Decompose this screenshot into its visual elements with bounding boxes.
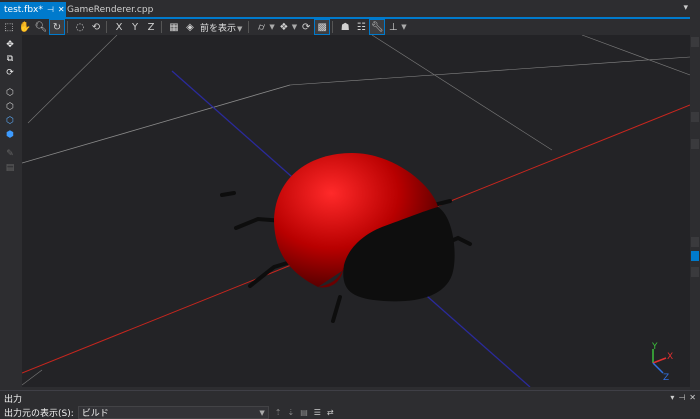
shape-icon[interactable]: ⌭ — [254, 20, 268, 34]
add-cube-icon[interactable]: ⬡ — [4, 87, 16, 98]
viewport-scene: Y X Z — [22, 35, 690, 387]
toolbar-separator — [332, 21, 334, 33]
add-cube-select-icon[interactable]: ⬡ — [4, 115, 16, 126]
toolbar-separator — [161, 21, 162, 33]
move-x-icon[interactable]: X — [112, 20, 126, 34]
chevron-down-icon: ▼ — [237, 24, 243, 33]
orbit-icon[interactable]: ↻ — [49, 19, 65, 35]
scale-icon[interactable]: ⧉ — [4, 53, 16, 64]
axis-x-label: X — [667, 352, 673, 362]
pivot-icon[interactable]: ⊥ — [386, 20, 400, 34]
axis-y-label: Y — [651, 342, 658, 352]
translate-icon[interactable]: ✥ — [4, 39, 16, 50]
goto-next-icon[interactable]: ⇣ — [287, 408, 294, 417]
side-tab-handle[interactable] — [691, 251, 699, 261]
view-cube-icon[interactable]: ◈ — [183, 20, 197, 34]
zoom-icon[interactable]: 🔍︎ — [34, 20, 48, 34]
lighting-icon[interactable]: ☗ — [338, 20, 352, 34]
frame-icon[interactable]: ◌ — [73, 20, 87, 34]
axis-gizmo: Y X Z — [651, 342, 673, 383]
chevron-down-icon: ▼ — [259, 408, 265, 417]
show-output-from-label: 出力元の表示(S): — [4, 409, 74, 419]
wireframe-icon[interactable]: ☷ — [354, 20, 368, 34]
scale-y-icon[interactable]: Y — [128, 20, 142, 34]
show-output-from-value: ビルド — [81, 409, 109, 419]
rotate-z-icon[interactable]: Z — [144, 20, 158, 34]
left-toolbox: ✥ ⧉ ⟳ ⬡ ⬡ ⬡ ⬢ ✎ ▤ — [0, 35, 22, 390]
pan-icon[interactable]: ✋ — [18, 20, 32, 34]
axis-z-label: Z — [663, 373, 669, 383]
rotate-icon[interactable]: ⟳ — [4, 67, 16, 78]
grid-line — [27, 35, 118, 124]
pin-icon[interactable]: ⊣ — [47, 5, 54, 14]
grid-line — [581, 35, 690, 76]
brush-icon[interactable]: ✎ — [4, 148, 16, 159]
grid-line — [371, 35, 553, 151]
output-panel-header: 出力 ▾ ⊣ ✕ — [0, 390, 700, 406]
toolbar-separator — [248, 21, 250, 33]
tab-gamerenderer-cpp[interactable]: GameRenderer.cpp — [63, 2, 157, 17]
clipboard-icon[interactable]: ▤ — [4, 162, 16, 173]
find-icon[interactable]: ▤ — [300, 408, 308, 417]
model-editor-toolbar: ⬚ ✋ 🔍︎ ↻ ◌ ⟲ X Y Z ▦ ◈ 前を表示▼ ⌭ ▼ ❖ ▼ ⟳ ▩ ☗… — [0, 19, 690, 35]
close-icon[interactable]: ✕ — [689, 393, 696, 402]
side-tab-handle[interactable] — [691, 139, 699, 149]
reset-icon[interactable]: ⟳ — [299, 20, 313, 34]
chevron-down-icon[interactable]: ▼ — [269, 23, 274, 31]
word-wrap-icon[interactable]: ⇄ — [327, 408, 334, 417]
toolbar-separator — [106, 21, 107, 33]
pin-icon[interactable]: ⊣ — [678, 393, 685, 402]
side-tab-handle[interactable] — [691, 37, 699, 47]
document-tab-strip: test.fbx* ⊣ ✕ GameRenderer.cpp ▾ — [0, 0, 700, 17]
chevron-down-icon[interactable]: ▾ — [670, 393, 674, 402]
grid-toggle-icon[interactable]: ▩ — [314, 19, 331, 35]
grid-line — [289, 56, 690, 86]
output-panel-controls: ▾ ⊣ ✕ — [670, 393, 696, 402]
3d-viewport[interactable]: Y X Z — [22, 35, 690, 387]
tab-overflow-chevron-icon[interactable]: ▾ — [683, 3, 688, 13]
tumble-icon[interactable]: ⟲ — [89, 20, 103, 34]
side-tab-handle[interactable] — [691, 267, 699, 277]
chevron-down-icon[interactable]: ▼ — [401, 23, 406, 31]
output-toolbar: 出力元の表示(S): ビルド ▼ ⇡ ⇣ ▤ ☰ ⇄ — [0, 406, 700, 419]
tab-label: test.fbx* — [4, 4, 43, 15]
right-tool-window-strip — [690, 17, 700, 390]
view-direction-dropdown[interactable]: 前を表示▼ — [200, 21, 242, 34]
clear-all-icon[interactable]: ☰ — [314, 408, 321, 417]
side-tab-handle[interactable] — [691, 112, 699, 122]
tab-test-fbx[interactable]: test.fbx* ⊣ ✕ — [0, 2, 66, 17]
chevron-down-icon[interactable]: ▼ — [292, 23, 297, 31]
grid-line — [22, 84, 291, 164]
select-icon[interactable]: ⬚ — [2, 20, 16, 34]
output-panel-title: 出力 — [4, 395, 23, 405]
properties-icon[interactable]: 🔧︎ — [369, 19, 386, 35]
side-tab-handle[interactable] — [691, 237, 699, 247]
view-direction-label: 前を表示 — [200, 23, 237, 34]
grid-icon[interactable]: ▦ — [167, 20, 181, 34]
toolbar-separator — [67, 21, 68, 33]
add-cube-solid-icon[interactable]: ⬢ — [4, 129, 16, 140]
goto-previous-icon[interactable]: ⇡ — [275, 408, 282, 417]
render-mode-icon[interactable]: ❖ — [277, 20, 291, 34]
tab-label: GameRenderer.cpp — [67, 4, 154, 15]
show-output-from-dropdown[interactable]: ビルド ▼ — [77, 406, 269, 419]
add-cube-outline-icon[interactable]: ⬡ — [4, 101, 16, 112]
